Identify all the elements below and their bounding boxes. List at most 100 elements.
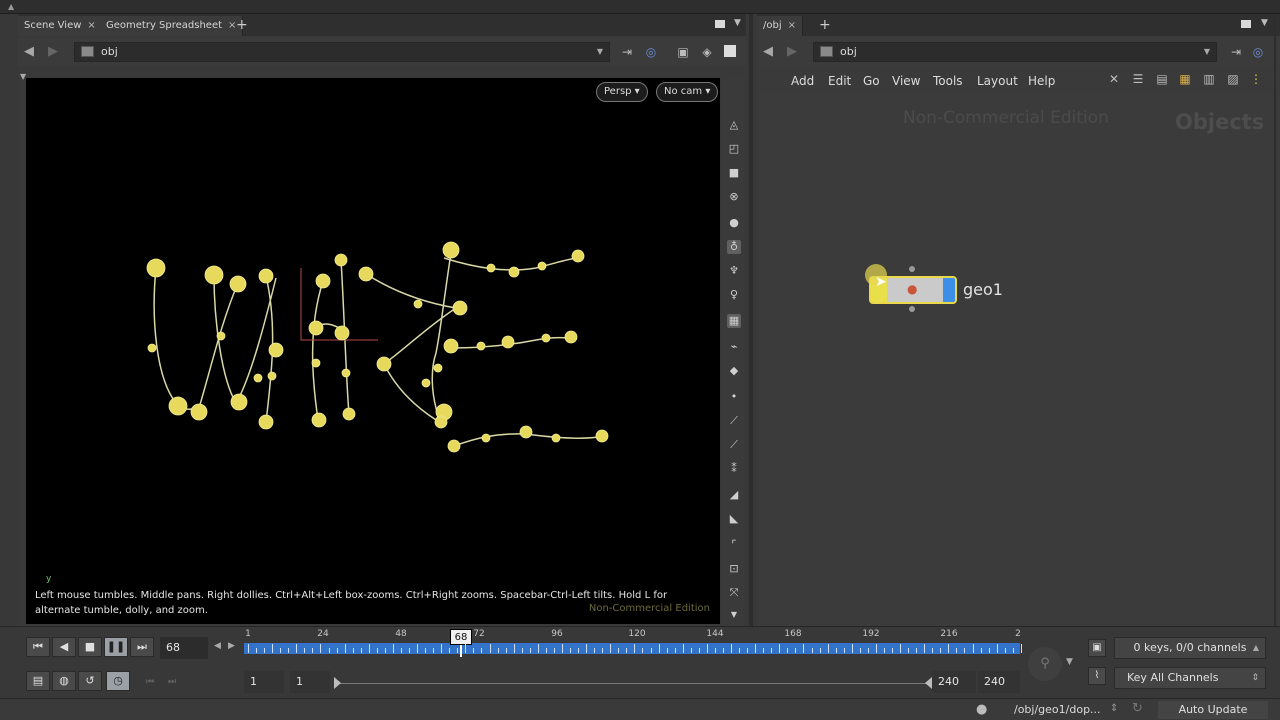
bone-icon[interactable]: ⌁ <box>727 340 741 354</box>
menu-tools[interactable]: Tools <box>933 74 963 88</box>
normal-icon[interactable]: ⟋ <box>727 414 741 428</box>
list-icon[interactable]: ▤ <box>1155 72 1169 86</box>
uv-icon[interactable]: ⌜ <box>727 538 741 552</box>
next-key-icon[interactable]: ⏭ <box>168 677 176 687</box>
lightbulb-icon[interactable]: ♁ <box>727 240 741 254</box>
bbox-icon[interactable]: ⊡ <box>727 562 741 576</box>
jump-start-button[interactable]: ⏮ <box>26 637 50 657</box>
prim-number-icon[interactable]: ◣ <box>727 512 741 526</box>
realtime-toggle-button[interactable]: ▤ <box>26 671 50 691</box>
menu-go[interactable]: Go <box>863 74 880 88</box>
layout-icon[interactable]: ▨ <box>1226 72 1240 86</box>
camera-icon[interactable]: ◰ <box>727 142 741 156</box>
link-icon[interactable]: ◎ <box>644 45 658 59</box>
audio-button[interactable]: ◍ <box>52 671 76 691</box>
key-icon[interactable]: ⚲ <box>1028 647 1062 681</box>
3d-viewport[interactable]: Persp ▾ No cam ▾ Left mouse tumbles. Mid… <box>26 78 720 624</box>
handle-icon[interactable]: ⤧ <box>727 586 741 600</box>
message-bubble-icon[interactable]: ● <box>976 702 987 717</box>
detail-icon[interactable]: ▥ <box>1202 72 1216 86</box>
grid-icon[interactable]: ▦ <box>1178 72 1192 86</box>
headlight-icon[interactable]: ♀ <box>727 288 741 302</box>
prev-key-icon[interactable]: ⏮ <box>146 677 154 687</box>
refresh-icon[interactable]: ↻ <box>1132 701 1143 716</box>
primitive-icon[interactable]: ◢ <box>727 488 741 502</box>
current-frame-field[interactable]: 68 <box>160 637 208 659</box>
input-connector[interactable] <box>909 266 915 272</box>
chevron-down-icon[interactable]: ▼ <box>1204 43 1210 61</box>
pin-icon[interactable]: ⇥ <box>1229 45 1243 59</box>
stop-button[interactable]: ■ <box>78 637 102 657</box>
chevron-updown-icon[interactable]: ⇕ <box>1110 703 1118 714</box>
point-number-icon[interactable]: ⁑ <box>727 462 741 476</box>
more-icon[interactable]: ⋮ <box>1249 72 1263 86</box>
ghost-icon[interactable]: ⊗ <box>727 190 741 204</box>
display-toggle-icon[interactable]: ◬ <box>727 118 741 132</box>
range-end-handle[interactable] <box>925 677 932 689</box>
tab-scene-view[interactable]: Scene View × <box>18 16 103 36</box>
node-display-flag[interactable] <box>943 278 955 302</box>
menu-edit[interactable]: Edit <box>828 74 851 88</box>
tab-obj[interactable]: /obj × <box>757 16 804 36</box>
display-options-icon[interactable]: ▣ <box>676 45 690 59</box>
forward-arrow-icon[interactable]: ▶ <box>787 44 797 59</box>
menu-layout[interactable]: Layout <box>977 74 1018 88</box>
range-start-field[interactable]: 1 <box>244 671 284 693</box>
tab-geometry-spreadsheet[interactable]: Geometry Spreadsheet × <box>100 16 244 36</box>
step-forward-icon[interactable]: ▶ <box>228 641 235 651</box>
play-reverse-button[interactable]: ◀ <box>52 637 76 657</box>
add-tab-icon[interactable]: + <box>819 16 831 34</box>
chevron-down-icon[interactable]: ▼ <box>597 43 603 61</box>
step-back-icon[interactable]: ◀ <box>214 641 221 651</box>
back-arrow-icon[interactable]: ◀ <box>24 44 34 59</box>
add-tab-icon[interactable]: + <box>236 16 248 34</box>
collapse-caret-icon[interactable]: ▲ <box>8 2 14 11</box>
chevron-down-icon[interactable]: ▼ <box>1261 18 1268 28</box>
pane-layout-icon[interactable] <box>715 20 725 28</box>
light-icon[interactable]: ♆ <box>727 264 741 278</box>
curve-editor-icon[interactable]: ⌇ <box>1088 667 1106 685</box>
link-icon[interactable]: ◎ <box>1251 45 1265 59</box>
channel-list-icon[interactable]: ▣ <box>1088 639 1106 657</box>
sphere-icon[interactable]: ● <box>727 216 741 230</box>
timeline-ruler[interactable]: 1 24 48 72 96 120 144 168 192 216 2 68 <box>244 627 1021 663</box>
key-all-channels-select[interactable]: Key All Channels ⇕ <box>1114 667 1266 689</box>
tree-icon[interactable]: ☰ <box>1131 72 1145 86</box>
shading-icon[interactable]: ▦ <box>727 314 741 328</box>
pane-divider[interactable] <box>749 14 753 626</box>
chevron-down-icon[interactable]: ▼ <box>1066 657 1073 667</box>
keys-info-field[interactable]: 0 keys, 0/0 channels ▲ <box>1114 637 1266 659</box>
object-icon[interactable]: ◆ <box>727 364 741 378</box>
pane-layout-icon[interactable] <box>1241 20 1251 28</box>
range-start-field-2[interactable]: 1 <box>290 671 330 693</box>
vertex-normal-icon[interactable]: ⟋ <box>727 438 741 452</box>
jump-end-button[interactable]: ⏭ <box>130 637 154 657</box>
network-editor[interactable]: Non-Commercial Edition Objects ● geo1 ➤ <box>757 94 1280 626</box>
forward-arrow-icon[interactable]: ▶ <box>48 44 58 59</box>
output-connector[interactable] <box>909 306 915 312</box>
point-icon[interactable]: • <box>727 390 741 404</box>
range-start-handle[interactable] <box>334 677 341 689</box>
menu-help[interactable]: Help <box>1028 74 1055 88</box>
network-path-field[interactable]: obj ▼ <box>74 42 610 62</box>
back-arrow-icon[interactable]: ◀ <box>763 44 773 59</box>
network-path-field[interactable]: obj ▼ <box>813 42 1217 62</box>
more-tools-icon[interactable]: ▼ <box>727 608 741 622</box>
loop-button[interactable]: ↺ <box>78 671 102 691</box>
pause-button[interactable]: ❚❚ <box>104 637 128 657</box>
menu-view[interactable]: View <box>892 74 920 88</box>
menu-add[interactable]: Add <box>791 74 814 88</box>
close-icon[interactable]: × <box>788 20 796 31</box>
pin-icon[interactable]: ⇥ <box>620 45 634 59</box>
timeline-bar[interactable] <box>244 643 1020 654</box>
chevron-down-icon[interactable]: ▼ <box>734 18 741 28</box>
playhead-marker[interactable]: 68 <box>450 629 472 645</box>
range-end-field[interactable]: 240 <box>932 671 976 693</box>
lock-icon[interactable]: ■ <box>727 166 741 180</box>
auto-update-select[interactable]: Auto Update <box>1158 701 1268 719</box>
snapshot-icon[interactable] <box>724 45 736 57</box>
range-end-field-2[interactable]: 240 <box>978 671 1020 693</box>
close-icon[interactable]: × <box>87 20 95 31</box>
render-icon[interactable]: ◈ <box>700 45 714 59</box>
realtime-clock-button[interactable]: ◷ <box>106 671 130 691</box>
